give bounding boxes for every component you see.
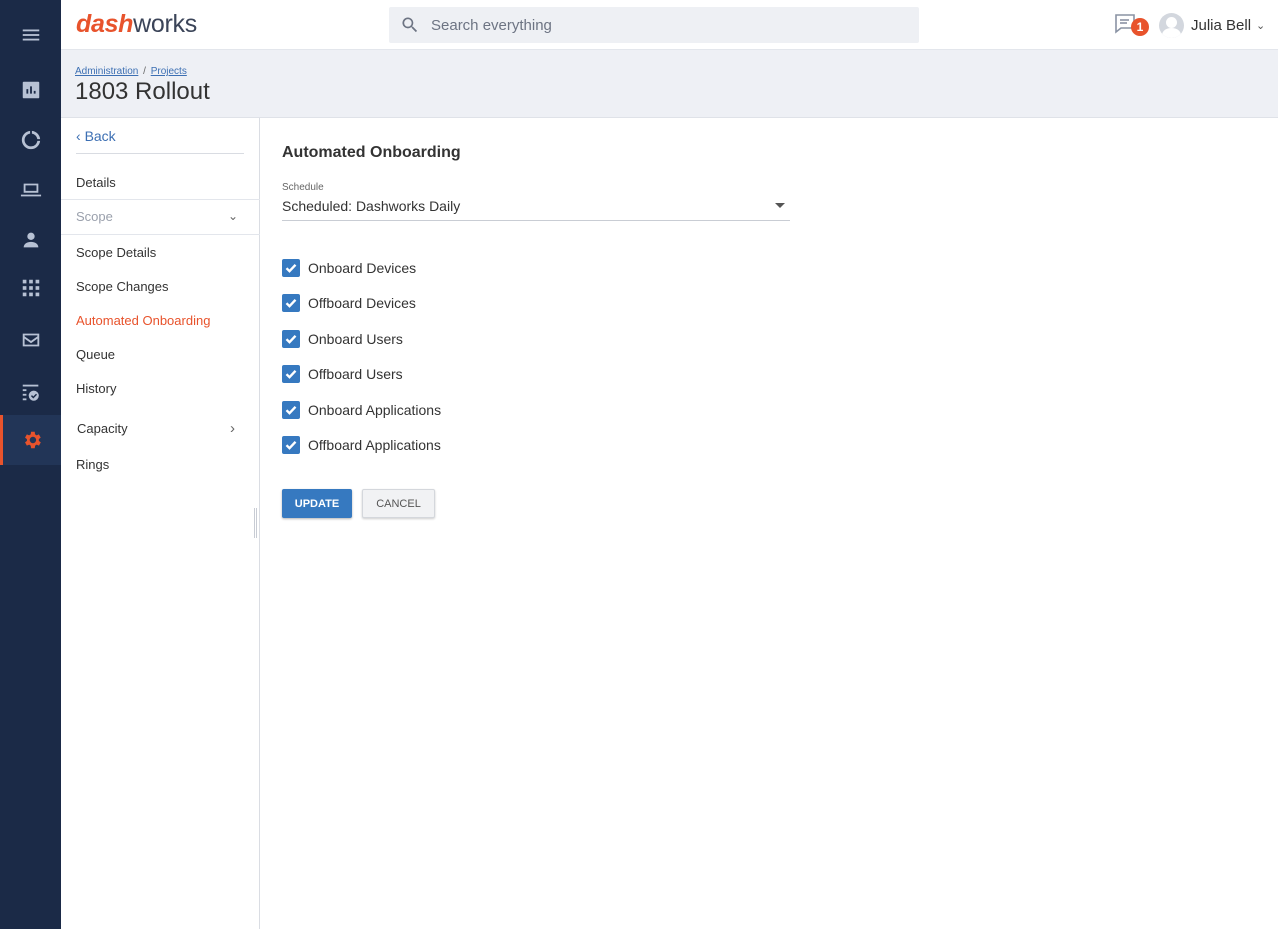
page-header: Administration / Projects 1803 Rollout bbox=[61, 50, 1278, 118]
nav-item-automated-onboarding[interactable]: Automated Onboarding bbox=[76, 313, 210, 328]
schedule-value: Scheduled: Dashworks Daily bbox=[282, 198, 461, 214]
notification-badge: 1 bbox=[1131, 18, 1149, 36]
nav-item-history[interactable]: History bbox=[76, 381, 116, 396]
back-label: Back bbox=[84, 128, 116, 144]
page-title: 1803 Rollout bbox=[75, 78, 210, 105]
user-name: Julia Bell bbox=[1191, 16, 1252, 34]
tasks-icon[interactable] bbox=[0, 367, 61, 417]
nav-item-rings[interactable]: Rings bbox=[76, 457, 109, 472]
resize-handle[interactable] bbox=[254, 508, 257, 538]
nav-item-queue[interactable]: Queue bbox=[76, 347, 115, 362]
users-icon[interactable] bbox=[0, 215, 61, 265]
settings-icon[interactable] bbox=[0, 415, 61, 465]
chevron-left-icon: ‹ bbox=[76, 128, 81, 144]
checkbox-label: Offboard Users bbox=[308, 366, 403, 382]
cancel-button[interactable]: CANCEL bbox=[362, 489, 435, 518]
search-input[interactable] bbox=[431, 16, 911, 34]
nav-item-capacity[interactable]: Capacity bbox=[77, 421, 128, 436]
checkbox-label: Onboard Applications bbox=[308, 402, 442, 418]
circle-progress-icon[interactable] bbox=[0, 115, 61, 165]
checkbox-label: Onboard Users bbox=[308, 331, 403, 347]
breadcrumb: Administration / Projects bbox=[75, 66, 187, 77]
schedule-select[interactable]: Scheduled: Dashworks Daily bbox=[282, 195, 790, 221]
checkbox-onboard-users[interactable]: Onboard Users bbox=[282, 329, 403, 349]
checkbox-label: Offboard Devices bbox=[308, 295, 416, 311]
breadcrumb-administration[interactable]: Administration bbox=[75, 66, 138, 77]
update-button[interactable]: UPDATE bbox=[282, 489, 352, 518]
apps-grid-icon[interactable] bbox=[0, 263, 61, 313]
main-content: Automated Onboarding Schedule Scheduled:… bbox=[261, 118, 1278, 929]
back-link[interactable]: ‹ Back bbox=[76, 128, 116, 144]
checkbox-offboard-devices[interactable]: Offboard Devices bbox=[282, 293, 416, 313]
checkbox-checked-icon[interactable] bbox=[282, 294, 300, 312]
checkbox-checked-icon[interactable] bbox=[282, 365, 300, 383]
nav-item-scope[interactable]: Scope ⌄ bbox=[61, 199, 260, 235]
chevron-right-icon: › bbox=[230, 420, 235, 437]
checkbox-label: Offboard Applications bbox=[308, 437, 441, 453]
chevron-down-icon: ⌄ bbox=[228, 209, 239, 223]
divider bbox=[76, 153, 244, 154]
menu-icon[interactable] bbox=[0, 10, 61, 60]
checkbox-checked-icon[interactable] bbox=[282, 259, 300, 277]
chevron-down-icon: ⌄ bbox=[1256, 19, 1266, 32]
checkbox-checked-icon[interactable] bbox=[282, 401, 300, 419]
avatar bbox=[1159, 12, 1184, 38]
user-menu[interactable]: Julia Bell ⌄ bbox=[1159, 12, 1265, 38]
dashworks-logo[interactable]: dashworks bbox=[76, 10, 197, 39]
checkbox-checked-icon[interactable] bbox=[282, 436, 300, 454]
mail-icon[interactable] bbox=[0, 315, 61, 365]
search-bar[interactable] bbox=[389, 7, 919, 43]
nav-item-scope-details[interactable]: Scope Details bbox=[76, 245, 156, 260]
nav-item-details[interactable]: Details bbox=[76, 175, 116, 190]
schedule-label: Schedule bbox=[282, 182, 324, 193]
checkbox-onboard-devices[interactable]: Onboard Devices bbox=[282, 258, 416, 278]
checkbox-checked-icon[interactable] bbox=[282, 330, 300, 348]
left-rail bbox=[0, 0, 61, 929]
notifications-button[interactable]: 1 bbox=[1114, 13, 1149, 39]
checkbox-offboard-applications[interactable]: Offboard Applications bbox=[282, 435, 441, 455]
breadcrumb-separator: / bbox=[143, 66, 146, 77]
breadcrumb-projects[interactable]: Projects bbox=[151, 66, 187, 77]
checkbox-label: Onboard Devices bbox=[308, 260, 417, 276]
nav-scope-label: Scope bbox=[76, 209, 113, 224]
search-icon bbox=[402, 17, 418, 33]
dashboard-icon[interactable] bbox=[0, 65, 61, 115]
section-title: Automated Onboarding bbox=[282, 144, 461, 161]
devices-icon[interactable] bbox=[0, 165, 61, 215]
dropdown-arrow-icon bbox=[775, 203, 785, 208]
side-nav: ‹ Back Details Scope ⌄ Scope Details Sco… bbox=[61, 118, 260, 929]
checkbox-onboard-applications[interactable]: Onboard Applications bbox=[282, 400, 441, 420]
top-bar: dashworks 1 Julia Bell ⌄ bbox=[61, 0, 1278, 50]
nav-item-scope-changes[interactable]: Scope Changes bbox=[76, 279, 169, 294]
checkbox-offboard-users[interactable]: Offboard Users bbox=[282, 364, 403, 384]
